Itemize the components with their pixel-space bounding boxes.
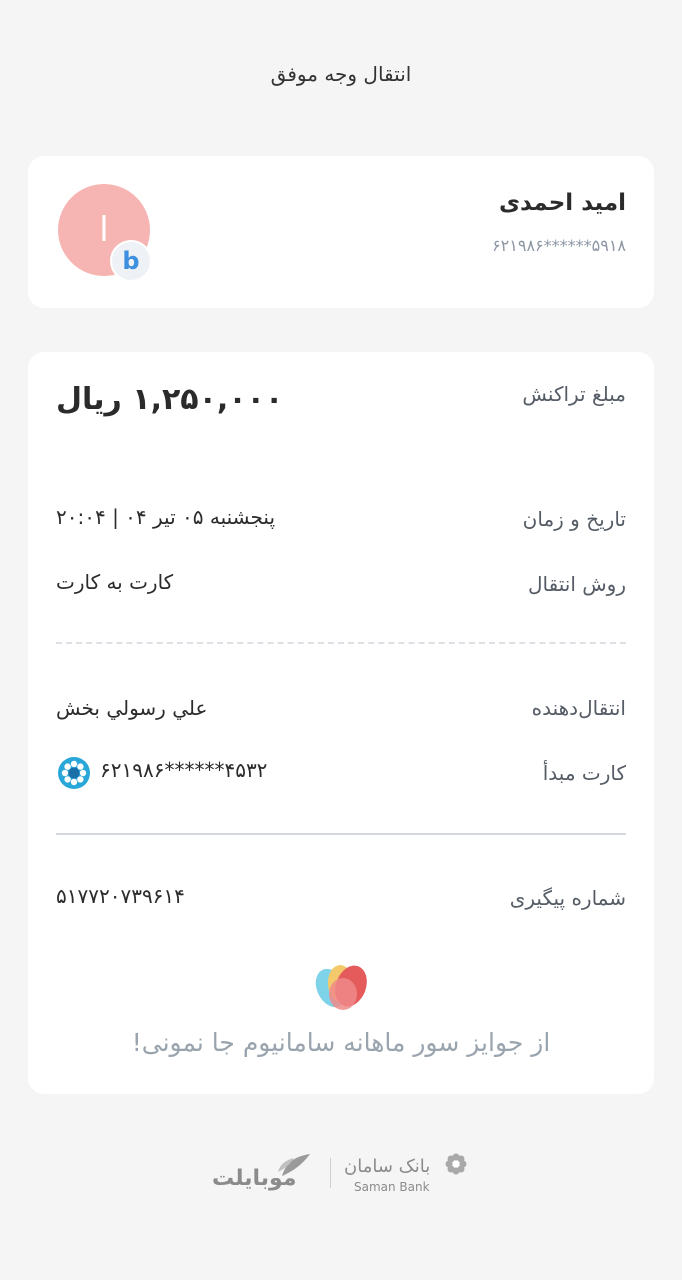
recipient-name: امید احمدی [498, 190, 626, 216]
datetime-label: تاریخ و زمان [522, 507, 626, 531]
saman-bank-flower-icon [445, 1153, 467, 1175]
amount-label: مبلغ تراکنش [522, 382, 626, 406]
datetime-value: پنجشنبه ۰۵ تیر ۰۴ | ۲۰:۰۴ [56, 505, 276, 529]
mobilet-leaf-icon [278, 1154, 310, 1176]
tracking-value[interactable]: ۵۱۷۷۲۰۷۳۹۶۱۴ [56, 884, 185, 908]
recipient-card: امید احمدی ۶۲۱۹۸۶******۵۹۱۸ ا b [28, 156, 654, 308]
avatar-initial: ا [99, 210, 109, 250]
saman-bank-persian-text: بانک سامان [344, 1156, 431, 1177]
bank-badge-letter: b [122, 247, 140, 275]
page-title: انتقال وجه موفق [270, 62, 412, 86]
method-label: روش انتقال [528, 572, 626, 596]
promo-text[interactable]: از جوایز سور ماهانه سامانیوم جا نمونی! [28, 1028, 654, 1057]
sender-value: علي رسولي بخش [56, 696, 208, 720]
saman-bank-english-text: Saman Bank [354, 1180, 430, 1194]
solid-divider [56, 833, 626, 835]
footer-logos: موبایلت بانک سامان Saman Bank [210, 1150, 472, 1196]
sender-label: انتقال‌دهنده [531, 696, 626, 720]
samanium-logo-icon[interactable] [313, 962, 371, 1014]
footer-divider [330, 1158, 331, 1188]
transaction-details-card: مبلغ تراکنش ۱,۲۵۰,۰۰۰ ریال تاریخ و زمان … [28, 352, 654, 1094]
source-card-value: ۶۲۱۹۸۶******۴۵۳۲ [100, 758, 268, 782]
saman-bank-icon [58, 757, 90, 789]
method-value: کارت به کارت [56, 570, 174, 594]
source-card-label: کارت مبدأ [542, 761, 626, 785]
bank-badge-icon: b [110, 240, 152, 282]
amount-value: ۱,۲۵۰,۰۰۰ ریال [56, 382, 284, 417]
recipient-card-number: ۶۲۱۹۸۶******۵۹۱۸ [492, 236, 626, 255]
dashed-divider [56, 642, 626, 644]
tracking-label: شماره پیگیری [509, 886, 626, 910]
